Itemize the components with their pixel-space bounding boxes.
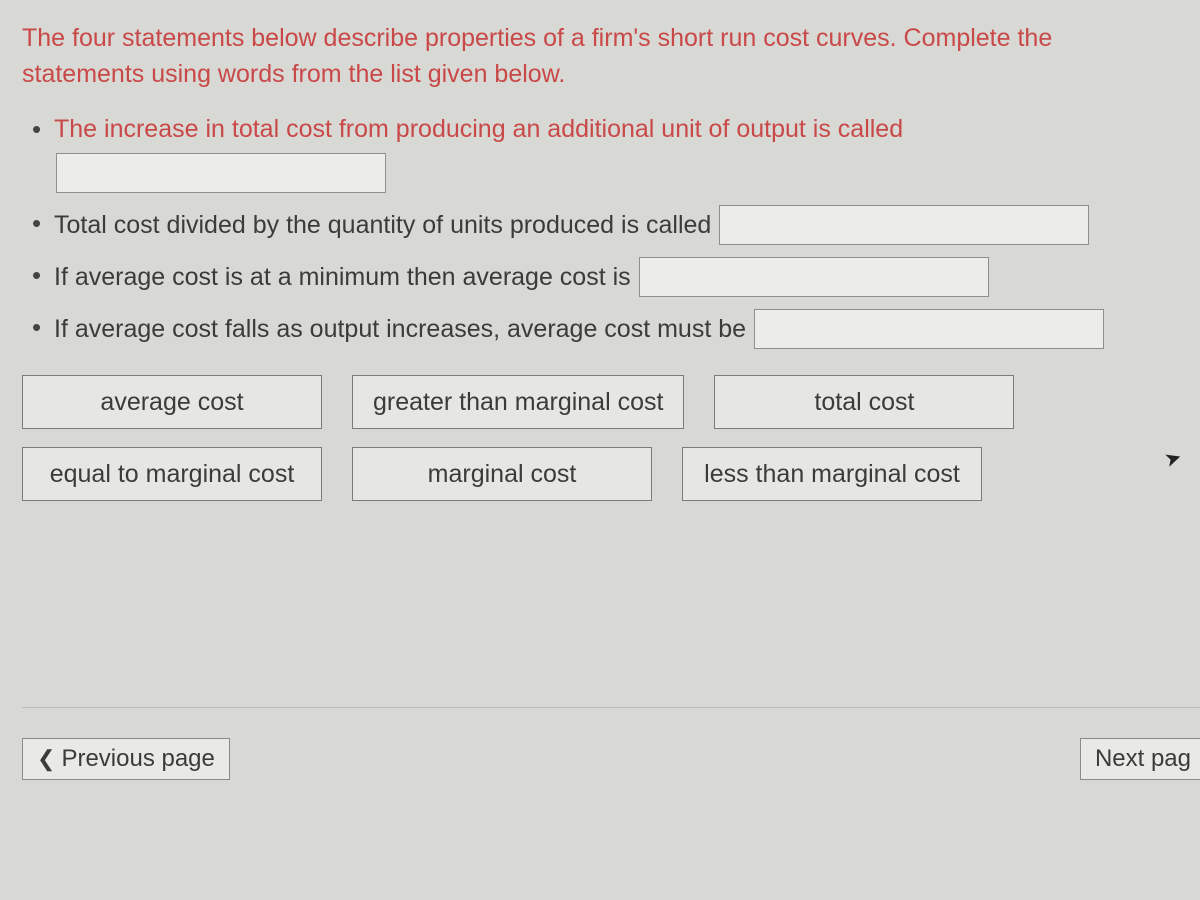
- instructions-text: The four statements below describe prope…: [22, 20, 1178, 93]
- word-tile[interactable]: total cost: [714, 375, 1014, 429]
- drop-slot[interactable]: [56, 153, 386, 193]
- word-tile[interactable]: equal to marginal cost: [22, 447, 322, 501]
- word-tile[interactable]: less than marginal cost: [682, 447, 982, 501]
- statement-text: The increase in total cost from producin…: [54, 111, 903, 147]
- word-tile[interactable]: marginal cost: [352, 447, 652, 501]
- chevron-left-icon: ❮: [37, 748, 55, 770]
- word-bank: average cost greater than marginal cost …: [22, 375, 1082, 502]
- cursor-icon: ➤: [1161, 443, 1186, 476]
- statement-item: Total cost divided by the quantity of un…: [26, 205, 1178, 245]
- statement-text: Total cost divided by the quantity of un…: [54, 207, 711, 243]
- statement-item: The increase in total cost from producin…: [26, 111, 1178, 193]
- statement-item: If average cost is at a minimum then ave…: [26, 257, 1178, 297]
- next-page-button[interactable]: Next pag: [1080, 738, 1200, 780]
- previous-page-button[interactable]: ❮ Previous page: [22, 738, 230, 780]
- statements-list: The increase in total cost from producin…: [22, 111, 1178, 349]
- prev-label: Previous page: [61, 745, 214, 773]
- statement-item: If average cost falls as output increase…: [26, 309, 1178, 349]
- drop-slot[interactable]: [639, 257, 989, 297]
- word-tile[interactable]: greater than marginal cost: [352, 375, 684, 429]
- drop-slot[interactable]: [719, 205, 1089, 245]
- drop-slot[interactable]: [754, 309, 1104, 349]
- nav-bar: ❮ Previous page Next pag: [22, 707, 1200, 780]
- next-label: Next pag: [1095, 745, 1191, 773]
- word-tile[interactable]: average cost: [22, 375, 322, 429]
- statement-text: If average cost falls as output increase…: [54, 311, 746, 347]
- statement-text: If average cost is at a minimum then ave…: [54, 259, 631, 295]
